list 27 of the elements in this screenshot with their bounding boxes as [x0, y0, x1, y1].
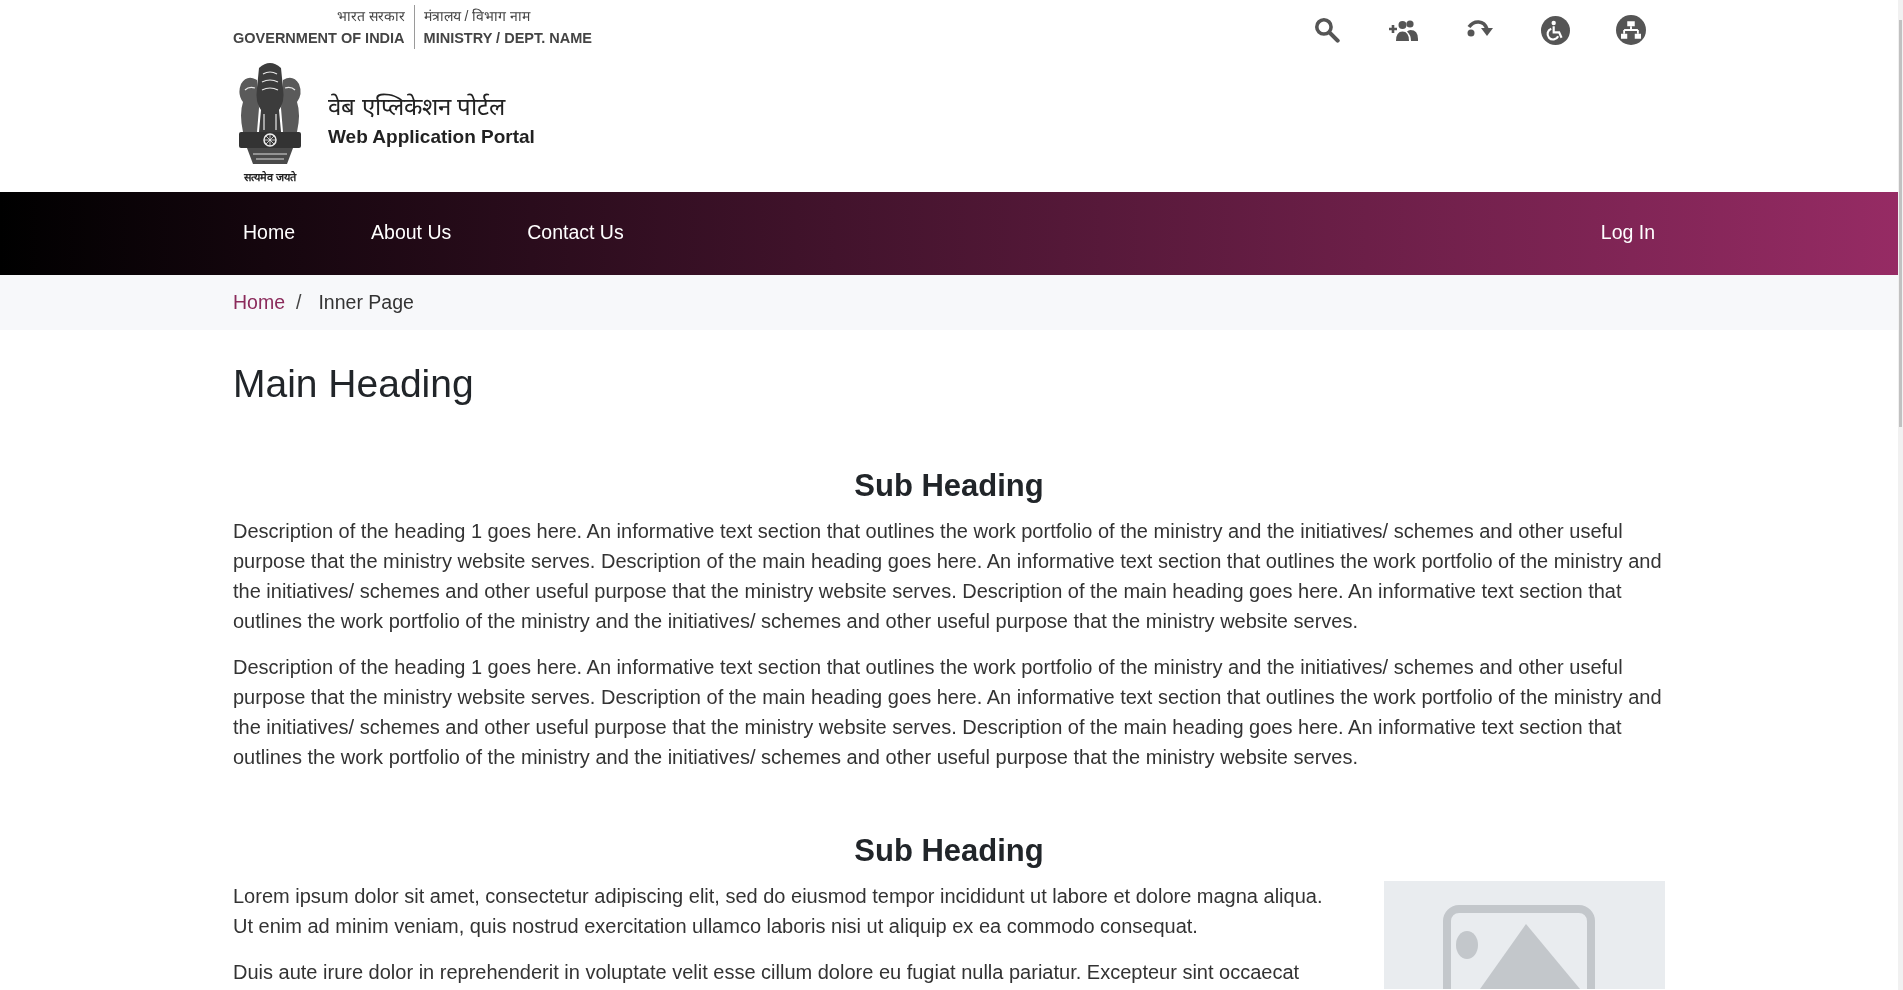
add-group-icon[interactable] [1388, 19, 1418, 41]
body-paragraph: Description of the heading 1 goes here. An informative text section that outlines the work portfolio of the ministry and the initiatives/ schemes and other useful purpose that the ministry website serves. Description of the main heading goes here. An informative text section that outlines the work portfolio of the ministry and the initiatives/ schemes and other useful purpose that the ministry website serves. Description of the main heading goes here. An informative text section that outlines the work portfolio of the ministry and the initiatives/ schemes and other useful purpose that the ministry website serves. [233, 519, 1663, 634]
government-hindi-text: भारत सरकार [336, 7, 405, 26]
body-paragraph: Duis aute irure dolor in reprehenderit in voluptate velit esse cillum dolore eu fugiat nulla pariatur. Excepteur sint occaecat [233, 960, 1301, 985]
sitemap-icon[interactable] [1616, 15, 1646, 45]
ministry-hindi-text: मंत्रालय / विभाग नाम [423, 7, 531, 26]
ministry-english-text: MINISTRY / DEPT. NAME [423, 29, 592, 48]
portal-title: Web Application Portal [328, 125, 535, 149]
scrollbar-thumb[interactable] [1899, 20, 1902, 427]
breadcrumb-link[interactable]: Home [233, 291, 286, 314]
scrollbar-track[interactable] [1898, 0, 1903, 990]
login-link[interactable]: Log In [1590, 192, 1665, 275]
body-paragraph: Description of the heading 1 goes here. An informative text section that outlines the work portfolio of the ministry and the initiatives/ schemes and other useful purpose that the ministry website serves. Description of the main heading goes here. An informative text section that outlines the work portfolio of the ministry and the initiatives/ schemes and other useful purpose that the ministry website serves. Description of the main heading goes here. An informative text section that outlines the work portfolio of the ministry and the initiatives/ schemes and other useful purpose that the ministry website serves. [233, 655, 1663, 770]
search-icon[interactable] [1314, 17, 1340, 43]
emblem-motto: सत्यमेव जयते [243, 170, 297, 184]
nav-link[interactable]: Contact Us [517, 192, 634, 275]
breadcrumb-separator: / [296, 291, 302, 314]
section-heading: Sub Heading [853, 832, 1045, 870]
wheelchair-icon[interactable] [1540, 15, 1570, 45]
government-english-text: GOVERNMENT OF INDIA [233, 29, 405, 48]
section-heading: Sub Heading [853, 467, 1045, 505]
portal-title-hindi: वेब एप्लिकेशन पोर्टल [328, 92, 507, 122]
nav-link[interactable]: About Us [361, 192, 462, 275]
breadcrumb-current: Inner Page [318, 291, 414, 314]
nav-link[interactable]: Home [233, 192, 306, 275]
body-paragraph: Lorem ipsum dolor sit amet, consectetur adipiscing elit, sed do eiusmod tempor incididunt ut labore et dolore magna aliqua. Ut enim ad minim veniam, quis nostrud exercitation ullamco laboris nisi ut aliquip ex ea commodo consequat. [233, 884, 1324, 939]
page-heading: Main Heading [233, 361, 475, 407]
